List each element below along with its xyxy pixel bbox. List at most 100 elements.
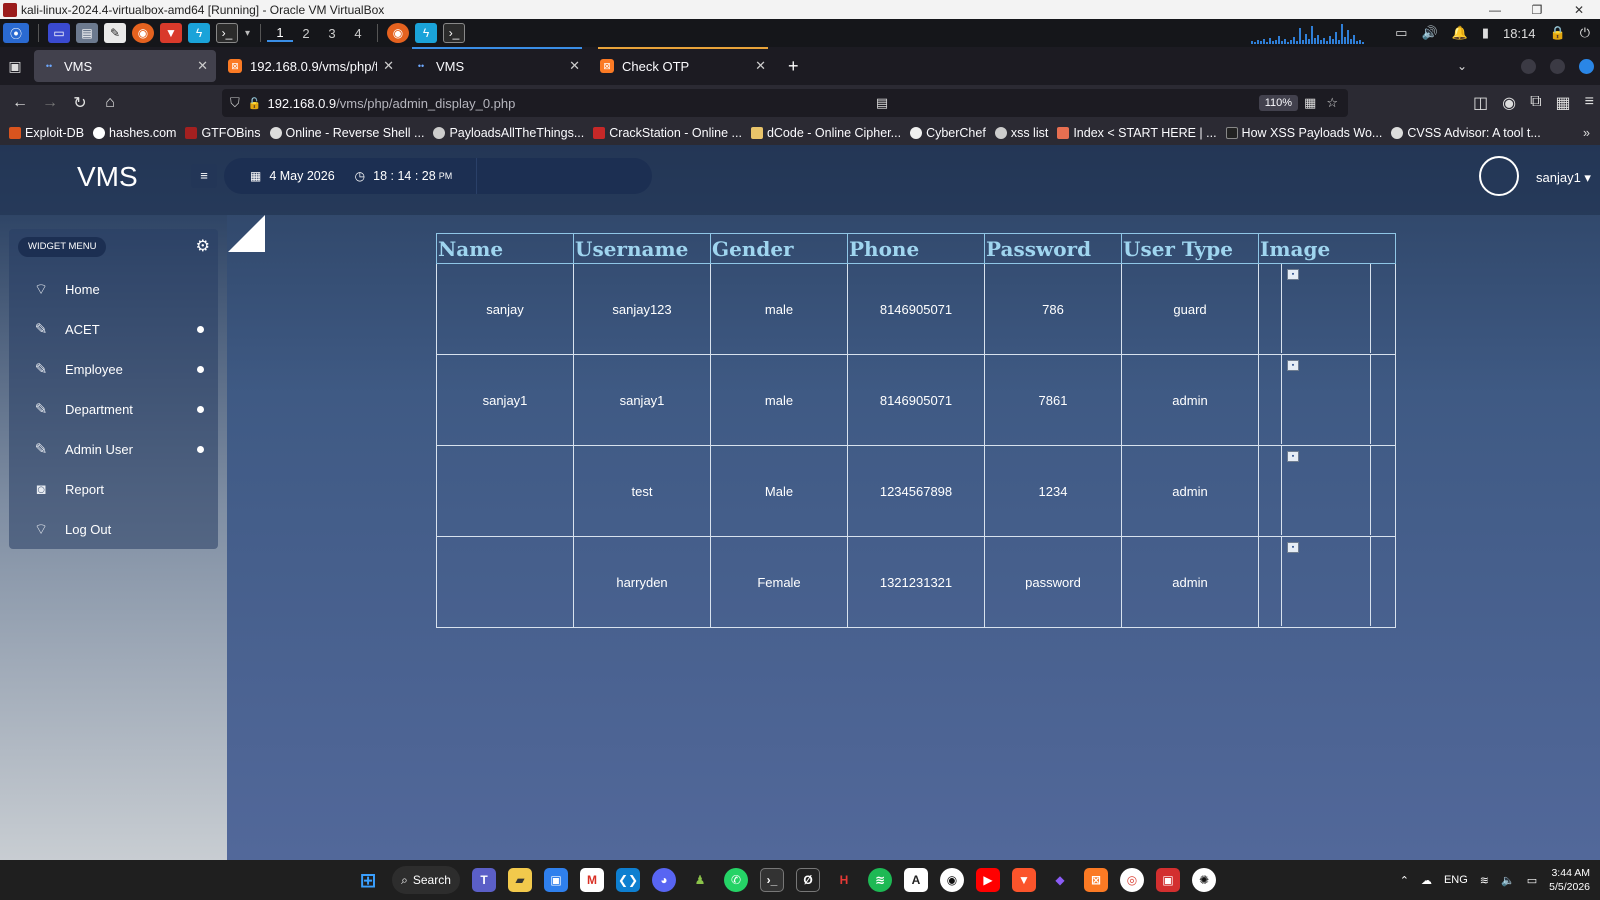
bookmark-star-icon[interactable]: ☆ bbox=[1326, 95, 1338, 111]
app-icon-red[interactable]: ▣ bbox=[1156, 868, 1180, 892]
battery-status-icon[interactable]: ▭ bbox=[1527, 874, 1537, 887]
home-icon[interactable]: ⌂ bbox=[95, 94, 125, 112]
lock-insecure-icon[interactable]: 🔓 bbox=[248, 97, 262, 110]
hamburger-menu-icon[interactable]: ≡ bbox=[1585, 93, 1594, 113]
bookmark-payloads[interactable]: PayloadsAllTheThings... bbox=[433, 126, 584, 140]
kali-menu-icon[interactable]: ⦿ bbox=[3, 23, 29, 43]
sidebar-item-acet[interactable]: ✎ ACET bbox=[9, 309, 218, 349]
account-icon[interactable]: ◉ bbox=[1502, 93, 1516, 113]
bookmark-gtfobins[interactable]: GTFOBins bbox=[185, 126, 261, 140]
bookmark-index[interactable]: Index < START HERE | ... bbox=[1057, 126, 1217, 140]
hackerrank-icon[interactable]: H bbox=[832, 868, 856, 892]
close-tab-icon[interactable]: ✕ bbox=[755, 58, 766, 74]
tab-vms-2[interactable]: •• VMS ✕ bbox=[406, 47, 588, 82]
firefox-window-icon[interactable]: ◉ bbox=[387, 23, 410, 43]
sidebar-item-employee[interactable]: ✎ Employee bbox=[9, 349, 218, 389]
bookmark-cvss[interactable]: CVSS Advisor: A tool t... bbox=[1391, 126, 1541, 140]
sidebar-toggle-button[interactable]: ≡ bbox=[191, 164, 217, 188]
bookmark-dcode[interactable]: dCode - Online Cipher... bbox=[750, 126, 901, 140]
sidebar-item-admin-user[interactable]: ✎ Admin User bbox=[9, 429, 218, 469]
brave-icon[interactable]: ▼ bbox=[160, 23, 182, 43]
window-minimize-dot[interactable] bbox=[1521, 58, 1536, 74]
language-indicator[interactable]: ENG bbox=[1444, 874, 1468, 886]
tab-folder[interactable]: ⊠ 192.168.0.9/vms/php/fol ✕ bbox=[220, 50, 402, 82]
brave-browser-icon[interactable]: ▼ bbox=[1012, 868, 1036, 892]
workspace-2[interactable]: 2 bbox=[293, 26, 319, 41]
bookmark-hashes[interactable]: hashes.com bbox=[93, 126, 176, 140]
view-list-icon[interactable]: ▣ bbox=[0, 58, 30, 75]
pocket-icon[interactable]: ◫ bbox=[1473, 93, 1488, 113]
burp-icon[interactable]: ϟ bbox=[188, 23, 210, 43]
system-clock[interactable]: 3:44 AM 5/5/2026 bbox=[1549, 866, 1590, 894]
back-icon[interactable]: ← bbox=[5, 94, 35, 112]
qr-code-icon[interactable]: ▦ bbox=[1304, 95, 1316, 111]
bookmark-exploit-db[interactable]: Exploit-DB bbox=[9, 126, 84, 140]
github-desktop-icon[interactable]: ◉ bbox=[940, 868, 964, 892]
chrome-icon[interactable]: ◎ bbox=[1120, 868, 1144, 892]
file-manager-icon[interactable]: ▤ bbox=[76, 23, 98, 43]
wifi-icon[interactable]: ≋ bbox=[1480, 874, 1489, 887]
store-icon[interactable]: ▣ bbox=[544, 868, 568, 892]
notion-like-icon[interactable]: Ø bbox=[796, 868, 820, 892]
bookmark-cyberchef[interactable]: CyberChef bbox=[910, 126, 986, 140]
tray-chevron-up-icon[interactable]: ⌃ bbox=[1400, 874, 1409, 887]
display-icon[interactable]: ▭ bbox=[1395, 25, 1407, 41]
avatar[interactable] bbox=[1479, 156, 1519, 196]
whatsapp-icon[interactable]: ✆ bbox=[724, 868, 748, 892]
reload-icon[interactable]: ↻ bbox=[65, 93, 95, 113]
sidebar-item-report[interactable]: ◙ Report bbox=[9, 469, 218, 509]
window-close-dot[interactable] bbox=[1579, 58, 1594, 74]
terminal-icon[interactable]: ›_ bbox=[216, 23, 238, 43]
windows-start-icon[interactable]: ⊞ bbox=[356, 868, 380, 892]
ai-app-icon[interactable]: A bbox=[904, 868, 928, 892]
reader-view-icon[interactable]: ▤ bbox=[876, 95, 888, 111]
vscode-icon[interactable]: ❮❯ bbox=[616, 868, 640, 892]
file-explorer-icon[interactable]: ▰ bbox=[508, 868, 532, 892]
burp-window-icon[interactable]: ϟ bbox=[415, 23, 438, 43]
workspace-1[interactable]: 1 bbox=[267, 25, 294, 42]
apps-icon[interactable]: ▦ bbox=[1556, 93, 1571, 113]
terminal-window-icon[interactable]: ›_ bbox=[443, 23, 466, 43]
bookmark-xss-payloads[interactable]: How XSS Payloads Wo... bbox=[1225, 126, 1382, 140]
volume-icon[interactable]: 🔊 bbox=[1421, 25, 1437, 41]
youtube-icon[interactable]: ▶ bbox=[976, 868, 1000, 892]
power-icon[interactable]: ⏻ bbox=[1580, 25, 1590, 41]
teams-icon[interactable]: T bbox=[472, 868, 496, 892]
bookmark-xss-list[interactable]: xss list bbox=[994, 126, 1048, 140]
window-maximize-dot[interactable] bbox=[1550, 58, 1565, 74]
close-tab-icon[interactable]: ✕ bbox=[569, 58, 580, 74]
taskbar-search[interactable]: ⌕ Search bbox=[392, 866, 460, 894]
close-tab-icon[interactable]: ✕ bbox=[197, 58, 208, 74]
sidebar-item-department[interactable]: ✎ Department bbox=[9, 389, 218, 429]
user-menu[interactable]: sanjay1 ▾ bbox=[1536, 170, 1591, 186]
chess-icon[interactable]: ♟ bbox=[688, 868, 712, 892]
workspace-4[interactable]: 4 bbox=[345, 26, 371, 41]
gmail-icon[interactable]: M bbox=[580, 868, 604, 892]
chevron-down-icon[interactable]: ▾ bbox=[245, 28, 250, 39]
bookmark-reverse-shell[interactable]: Online - Reverse Shell ... bbox=[269, 126, 424, 140]
more-bookmarks-icon[interactable]: » bbox=[1583, 126, 1590, 140]
gear-icon[interactable]: ⚙ bbox=[196, 236, 210, 256]
discord-icon[interactable]: ◕ bbox=[652, 868, 676, 892]
address-bar[interactable]: ⛉ 🔓 192.168.0.9/vms/php/admin_display_0.… bbox=[222, 89, 1348, 117]
spotify-icon[interactable]: ≋ bbox=[868, 868, 892, 892]
list-all-tabs-icon[interactable]: ⌄ bbox=[1457, 59, 1467, 73]
tab-check-otp[interactable]: ⊠ Check OTP ✕ bbox=[592, 47, 774, 82]
notification-bell-icon[interactable]: 🔔 bbox=[1452, 25, 1468, 41]
zoom-level[interactable]: 110% bbox=[1258, 95, 1299, 111]
cloud-icon[interactable]: ☁ bbox=[1421, 874, 1432, 887]
workspace-3[interactable]: 3 bbox=[319, 26, 345, 41]
close-tab-icon[interactable]: ✕ bbox=[383, 58, 394, 74]
panel-clock[interactable]: 18:14 bbox=[1503, 26, 1536, 41]
speaker-icon[interactable]: 🔈 bbox=[1501, 874, 1515, 887]
chatgpt-icon[interactable]: ✺ bbox=[1192, 868, 1216, 892]
shield-icon[interactable]: ⛉ bbox=[230, 95, 240, 111]
firefox-icon[interactable]: ◉ bbox=[132, 23, 154, 43]
restore-button[interactable]: ❐ bbox=[1516, 3, 1558, 17]
bookmark-crackstation[interactable]: CrackStation - Online ... bbox=[593, 126, 742, 140]
minimize-button[interactable]: — bbox=[1474, 3, 1516, 17]
brand-logo[interactable]: VMS bbox=[77, 161, 138, 193]
terminal-app-icon[interactable]: ›_ bbox=[760, 868, 784, 892]
close-window-button[interactable]: ✕ bbox=[1558, 3, 1600, 17]
xampp-icon[interactable]: ⊠ bbox=[1084, 868, 1108, 892]
